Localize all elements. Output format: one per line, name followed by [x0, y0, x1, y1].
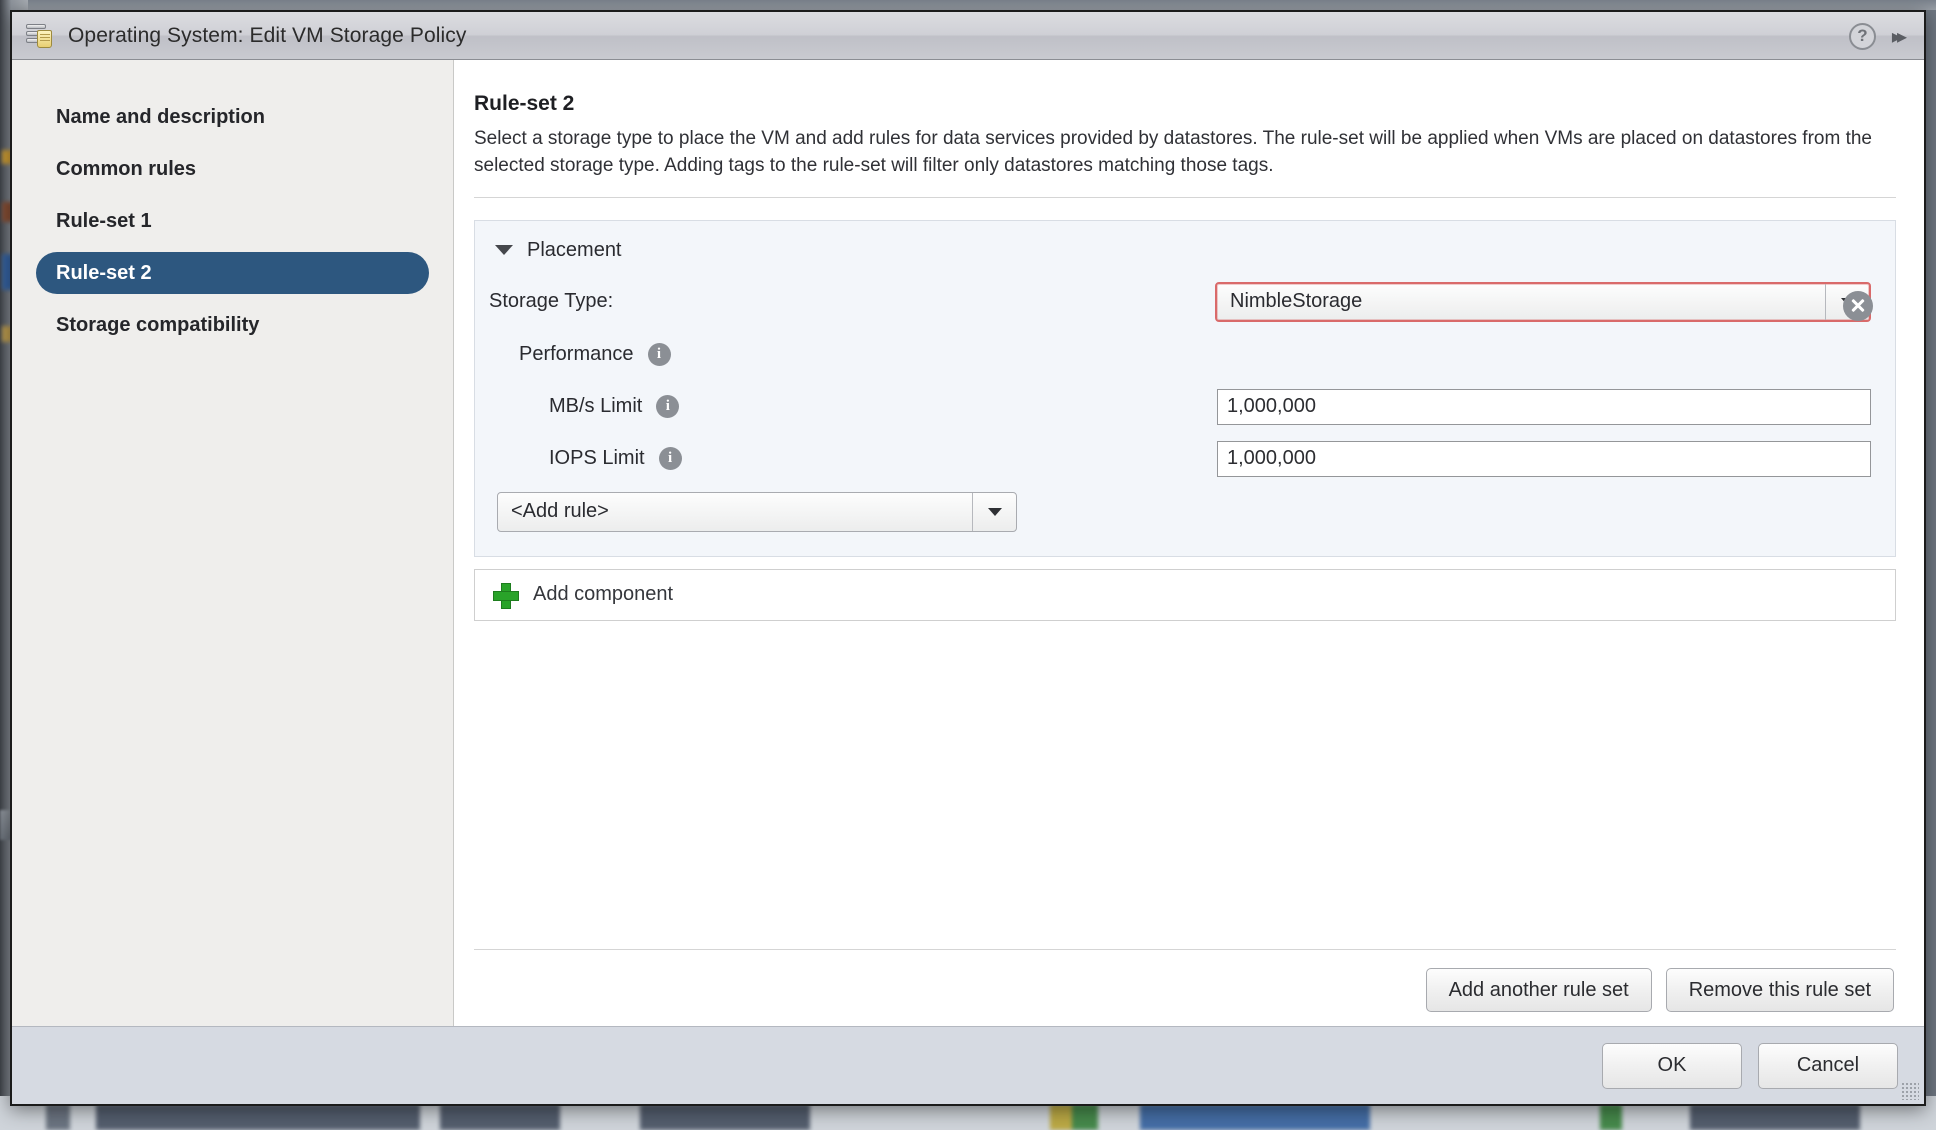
remove-this-rule-set-button[interactable]: Remove this rule set [1665, 968, 1894, 1012]
resize-grip[interactable] [1901, 1082, 1919, 1100]
dialog-titlebar: Operating System: Edit VM Storage Policy… [12, 12, 1924, 60]
add-component-button[interactable]: Add component [474, 568, 1896, 621]
dialog-body: Name and description Common rules Rule-s… [12, 60, 1924, 1026]
sidebar-item-name-and-description[interactable]: Name and description [36, 96, 429, 138]
sidebar-item-rule-set-1[interactable]: Rule-set 1 [36, 200, 429, 242]
backdrop-top-strip [0, 0, 1936, 10]
add-component-label: Add component [533, 583, 674, 606]
placement-panel: Placement Storage Type: NimbleStorage Pe… [474, 219, 1896, 557]
help-icon[interactable]: ? [1848, 22, 1876, 50]
page-title: Rule-set 2 [474, 92, 575, 115]
edit-vm-storage-policy-dialog: Operating System: Edit VM Storage Policy… [10, 10, 1926, 1106]
iops-limit-field-slot: 1,000,000 [1217, 440, 1871, 477]
plus-icon [493, 582, 519, 609]
performance-component-label: Performance [519, 343, 634, 366]
placement-section-label: Placement [527, 238, 622, 261]
main-content: Rule-set 2 Select a storage type to plac… [454, 60, 1924, 1026]
info-icon[interactable]: i [658, 447, 682, 471]
cancel-button[interactable]: Cancel [1758, 1042, 1898, 1089]
ok-button[interactable]: OK [1602, 1042, 1742, 1089]
placement-section-header[interactable]: Placement [489, 239, 1871, 262]
iops-limit-row: IOPS Limit i 1,000,000 [489, 440, 1871, 478]
storage-type-field-slot: NimbleStorage [1215, 281, 1871, 322]
ruleset-actions-wrap: Add another rule set Remove this rule se… [454, 949, 1924, 1026]
performance-component-row: Performance i [489, 336, 1871, 374]
chevron-down-icon[interactable] [495, 245, 513, 256]
storage-type-value: NimbleStorage [1230, 290, 1363, 313]
storage-policy-icon [26, 22, 56, 50]
info-icon[interactable]: i [647, 343, 671, 367]
backdrop-bottom-row [0, 1104, 1936, 1130]
header-divider [474, 196, 1896, 198]
mbs-limit-label: MB/s Limit [549, 395, 643, 418]
mbs-limit-input[interactable]: 1,000,000 [1217, 388, 1871, 425]
page-description: Select a storage type to place the VM an… [474, 128, 1872, 176]
add-another-rule-set-button[interactable]: Add another rule set [1425, 968, 1652, 1012]
info-icon[interactable]: i [656, 395, 680, 419]
mbs-limit-row: MB/s Limit i 1,000,000 [489, 388, 1871, 426]
sidebar-item-common-rules[interactable]: Common rules [36, 148, 429, 190]
iops-limit-input[interactable]: 1,000,000 [1217, 440, 1871, 477]
chevron-double-right-icon[interactable]: ▸▸ [1892, 24, 1908, 49]
storage-type-label: Storage Type: [489, 290, 614, 313]
dialog-title: Operating System: Edit VM Storage Policy [68, 23, 467, 47]
ruleset-actions: Add another rule set Remove this rule se… [474, 949, 1896, 1026]
iops-limit-label: IOPS Limit [549, 447, 645, 470]
content-header: Rule-set 2 Select a storage type to plac… [454, 60, 1924, 621]
add-rule-dropdown-arrow-icon[interactable] [972, 492, 1016, 531]
add-rule-dropdown[interactable]: <Add rule> [497, 491, 1017, 532]
sidebar-item-storage-compatibility[interactable]: Storage compatibility [36, 304, 429, 346]
add-rule-value: <Add rule> [511, 500, 609, 523]
remove-component-icon[interactable] [1843, 290, 1873, 321]
titlebar-actions: ? ▸▸ [1848, 12, 1908, 60]
sidebar-item-rule-set-2[interactable]: Rule-set 2 [36, 252, 429, 294]
storage-type-row: Storage Type: NimbleStorage [489, 281, 1871, 322]
wizard-sidebar: Name and description Common rules Rule-s… [12, 60, 454, 1026]
mbs-limit-field-slot: 1,000,000 [1217, 388, 1871, 425]
storage-type-dropdown[interactable]: NimbleStorage [1215, 281, 1871, 322]
dialog-footer: OK Cancel [12, 1026, 1924, 1104]
